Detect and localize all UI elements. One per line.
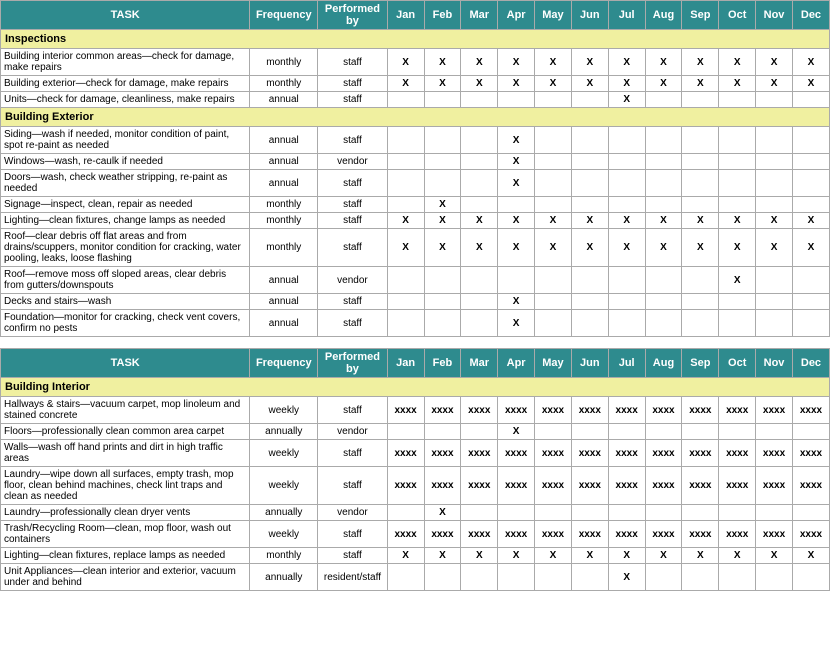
- header-oct: Oct: [719, 1, 756, 30]
- table-row: Units—check for damage, cleanliness, mak…: [1, 92, 830, 108]
- table-row: Roof—remove moss off sloped areas, clear…: [1, 267, 830, 294]
- table-row: Laundry—professionally clean dryer vents…: [1, 505, 830, 521]
- table-row: Walls—wash off hand prints and dirt in h…: [1, 440, 830, 467]
- header-feb: Feb: [424, 1, 461, 30]
- table-row: Floors—professionally clean common area …: [1, 424, 830, 440]
- table-row: Hallways & stairs—vacuum carpet, mop lin…: [1, 397, 830, 424]
- header-apr: Apr: [498, 1, 535, 30]
- table1-header: TASK Frequency Performed by Jan Feb Mar …: [1, 1, 830, 30]
- header-jul: Jul: [608, 1, 645, 30]
- header-jan: Jan: [387, 1, 424, 30]
- section-header: Inspections: [1, 30, 830, 49]
- header-frequency: Frequency: [250, 1, 318, 30]
- table-row: Building interior common areas—check for…: [1, 49, 830, 76]
- header-performed-by: Performed by: [318, 1, 387, 30]
- table-row: Doors—wash, check weather stripping, re-…: [1, 170, 830, 197]
- table-row: Signage—inspect, clean, repair as needed…: [1, 197, 830, 213]
- header-aug: Aug: [645, 1, 682, 30]
- header-jun: Jun: [571, 1, 608, 30]
- section-header: Building Exterior: [1, 108, 830, 127]
- header-may: May: [535, 1, 572, 30]
- table-row: Foundation—monitor for cracking, check v…: [1, 310, 830, 337]
- table-row: Trash/Recycling Room—clean, mop floor, w…: [1, 521, 830, 548]
- table-row: Roof—clear debris off flat areas and fro…: [1, 229, 830, 267]
- table-row: Laundry—wipe down all surfaces, empty tr…: [1, 467, 830, 505]
- table-row: Building exterior—check for damage, make…: [1, 76, 830, 92]
- header-dec: Dec: [792, 1, 829, 30]
- table-row: Lighting—clean fixtures, replace lamps a…: [1, 548, 830, 564]
- table-row: Siding—wash if needed, monitor condition…: [1, 127, 830, 154]
- header-sep: Sep: [682, 1, 719, 30]
- table-row: Decks and stairs—washannualstaffX: [1, 294, 830, 310]
- header-nov: Nov: [756, 1, 793, 30]
- table-row: Unit Appliances—clean interior and exter…: [1, 564, 830, 591]
- header-task: TASK: [1, 1, 250, 30]
- header-mar: Mar: [461, 1, 498, 30]
- main-table: TASK Frequency Performed by Jan Feb Mar …: [0, 0, 830, 591]
- table2-header: TASKFrequencyPerformed byJanFebMarAprMay…: [1, 349, 830, 378]
- table-row: Lighting—clean fixtures, change lamps as…: [1, 213, 830, 229]
- table-row: Windows—wash, re-caulk if neededannualve…: [1, 154, 830, 170]
- section-header: Building Interior: [1, 378, 830, 397]
